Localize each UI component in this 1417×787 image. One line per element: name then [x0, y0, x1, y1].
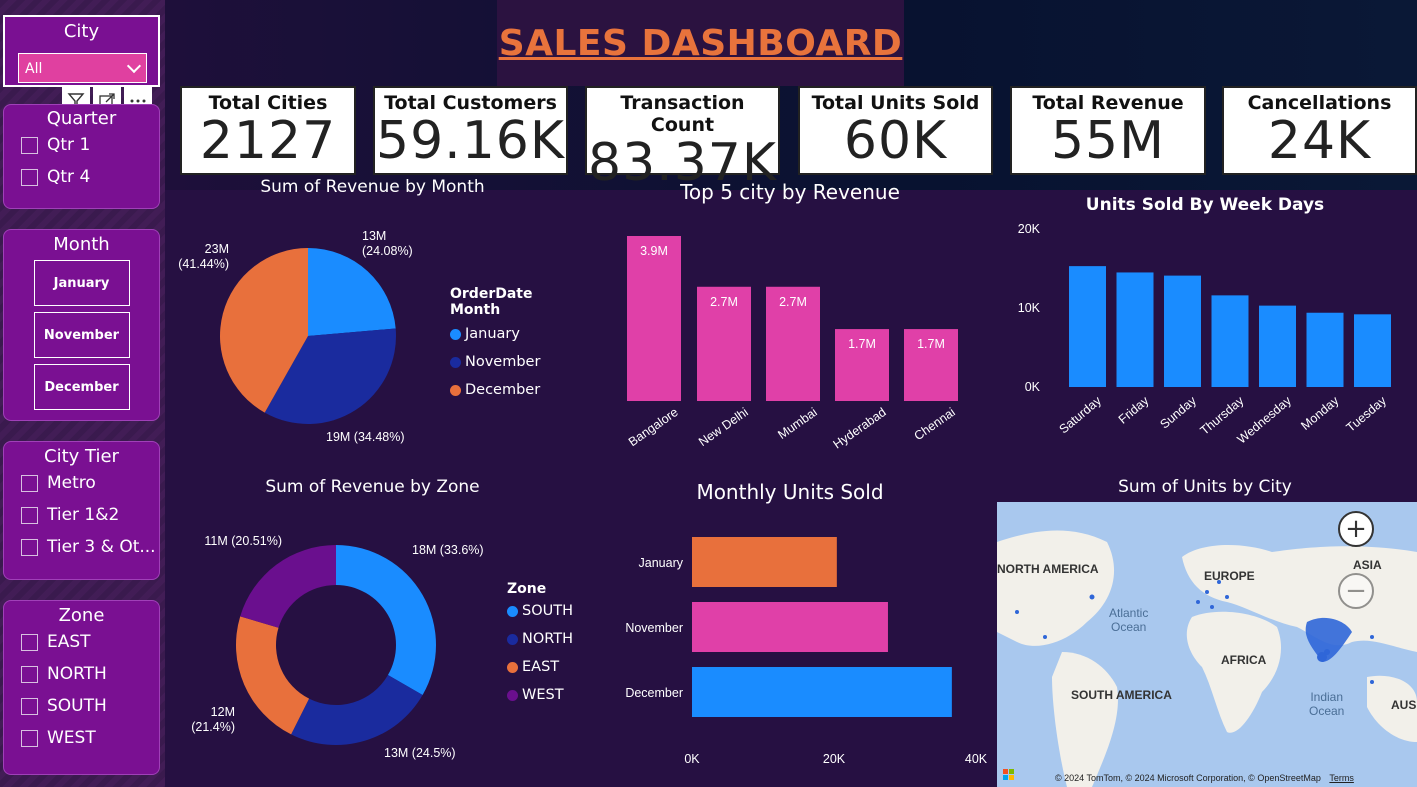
y-tick-label: 0K	[1025, 380, 1041, 394]
map-copyright: © 2024 TomTom, © 2024 Microsoft Corporat…	[997, 773, 1417, 783]
bar	[692, 602, 888, 652]
bar	[1259, 305, 1296, 387]
units-by-city-map[interactable]: NORTH AMERICA EUROPE ASIA AFRICA SOUTH A…	[997, 502, 1417, 787]
x-tick-label: Friday	[1116, 393, 1152, 427]
pie-slice	[336, 545, 436, 695]
microsoft-logo-icon	[1003, 769, 1015, 781]
legend-item: EAST	[507, 653, 587, 681]
x-tick-label: 0K	[684, 752, 700, 766]
legend-label: NORTH	[522, 631, 574, 647]
legend-item: WEST	[507, 681, 587, 709]
bar-data-label: 2.7M	[779, 295, 807, 309]
pie-data-label: 13M (24.5%)	[384, 746, 456, 760]
legend-dot	[450, 356, 461, 368]
x-tick-label: Chennai	[912, 405, 958, 443]
legend-item: December	[450, 376, 580, 404]
map-label: AUS	[1391, 698, 1417, 712]
bar	[692, 667, 952, 717]
legend-dot	[450, 328, 461, 340]
legend-label: WEST	[522, 687, 564, 703]
x-tick-label: Monday	[1298, 393, 1342, 433]
legend-item: NORTH	[507, 625, 587, 653]
bar	[627, 236, 681, 401]
map-label: EUROPE	[1204, 569, 1255, 583]
bar-data-label: 1.7M	[917, 337, 945, 351]
x-tick-label: 20K	[823, 752, 846, 766]
pie-slice	[240, 545, 336, 628]
legend-label: EAST	[522, 659, 560, 675]
legend-dot	[507, 661, 518, 673]
bar	[1069, 266, 1106, 387]
pie-slice	[291, 675, 423, 745]
map-label: NORTH AMERICA	[997, 562, 1099, 576]
bar	[1306, 312, 1344, 387]
x-tick-label: New Delhi	[696, 405, 751, 449]
bar	[692, 537, 837, 587]
y-tick-label: December	[625, 686, 683, 700]
x-tick-label: Mumbai	[775, 405, 819, 442]
x-tick-label: 40K	[965, 752, 988, 766]
pie-data-label: 19M (34.48%)	[326, 430, 405, 444]
y-tick-label: 10K	[1018, 301, 1041, 315]
legend-dot	[507, 689, 518, 701]
zoom-out-button[interactable]: −	[1338, 573, 1374, 609]
map-label: ASIA	[1353, 558, 1382, 572]
bar	[1164, 275, 1201, 387]
y-tick-label: 20K	[1018, 222, 1041, 236]
x-tick-label: Saturday	[1057, 393, 1105, 436]
ocean-label: Indian Ocean	[1309, 690, 1345, 718]
pie-data-label: 11M (20.51%)	[204, 534, 282, 548]
y-tick-label: January	[639, 556, 684, 570]
pie-data-label: 18M (33.6%)	[412, 543, 484, 557]
copyright-text: © 2024 TomTom, © 2024 Microsoft Corporat…	[1055, 773, 1321, 783]
y-tick-label: November	[625, 621, 683, 635]
pie-data-label: 23M (41.44%)	[178, 242, 229, 271]
ocean-label: Atlantic Ocean	[1109, 606, 1149, 634]
bar	[1354, 314, 1391, 387]
x-tick-label: Tuesday	[1344, 393, 1390, 435]
terms-link[interactable]: Terms	[1329, 773, 1354, 783]
legend-item: November	[450, 348, 580, 376]
legend-dot	[507, 605, 518, 617]
x-tick-label: Bangalore	[626, 405, 681, 449]
month-legend: OrderDate Month January November Decembe…	[450, 286, 580, 404]
legend-label: December	[465, 382, 541, 398]
legend-item: January	[450, 320, 580, 348]
legend-title: Zone	[507, 581, 547, 597]
bar-data-label: 3.9M	[640, 244, 668, 258]
legend-label: January	[465, 326, 520, 342]
bar	[1116, 272, 1154, 387]
map-label: AFRICA	[1221, 653, 1267, 667]
zoom-in-button[interactable]: +	[1338, 511, 1374, 547]
pie-slice	[308, 248, 396, 336]
x-tick-label: Sunday	[1157, 393, 1199, 431]
legend-title: OrderDate Month	[450, 286, 533, 318]
bar	[1211, 295, 1249, 387]
legend-item: SOUTH	[507, 597, 587, 625]
legend-dot	[507, 633, 518, 645]
legend-dot	[450, 384, 461, 396]
pie-slice	[236, 616, 310, 735]
pie-data-label: 12M (21.4%)	[191, 705, 235, 734]
legend-label: SOUTH	[522, 603, 573, 619]
zone-legend: Zone SOUTH NORTH EAST WEST	[507, 581, 587, 709]
map-label: SOUTH AMERICA	[1071, 688, 1172, 702]
bar-data-label: 2.7M	[710, 295, 738, 309]
legend-label: November	[465, 354, 541, 370]
x-tick-label: Hyderabad	[831, 405, 889, 452]
pie-data-label: 13M (24.08%)	[362, 229, 413, 258]
bar-data-label: 1.7M	[848, 337, 876, 351]
